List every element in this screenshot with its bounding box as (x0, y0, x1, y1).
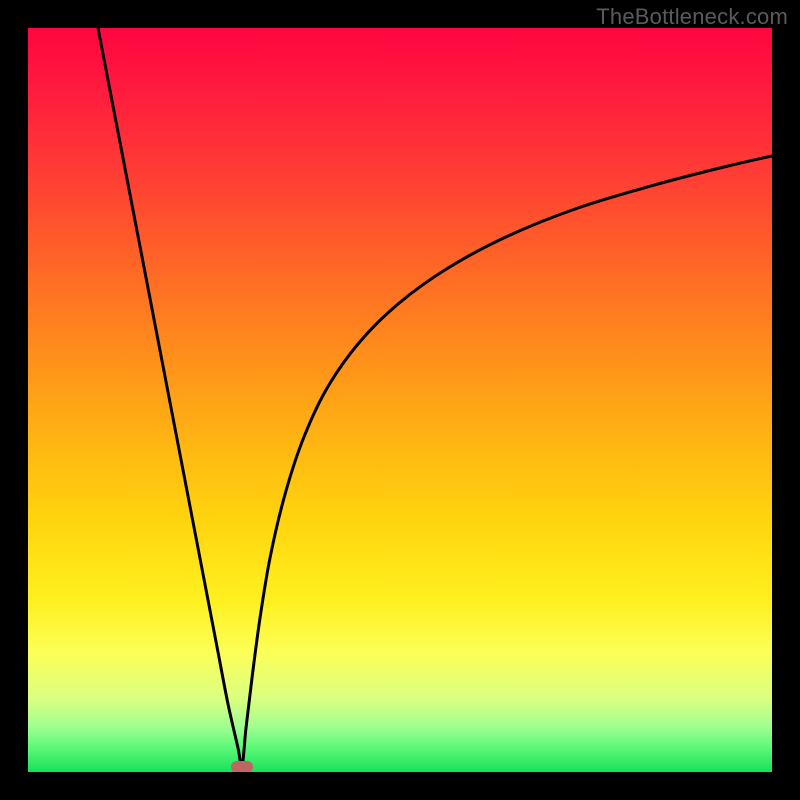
plot-area (28, 28, 772, 772)
chart-frame: TheBottleneck.com (0, 0, 800, 800)
bottleneck-curve (28, 28, 772, 772)
curve-path (98, 28, 772, 768)
optimal-point-marker (231, 761, 253, 772)
watermark-text: TheBottleneck.com (596, 4, 788, 30)
